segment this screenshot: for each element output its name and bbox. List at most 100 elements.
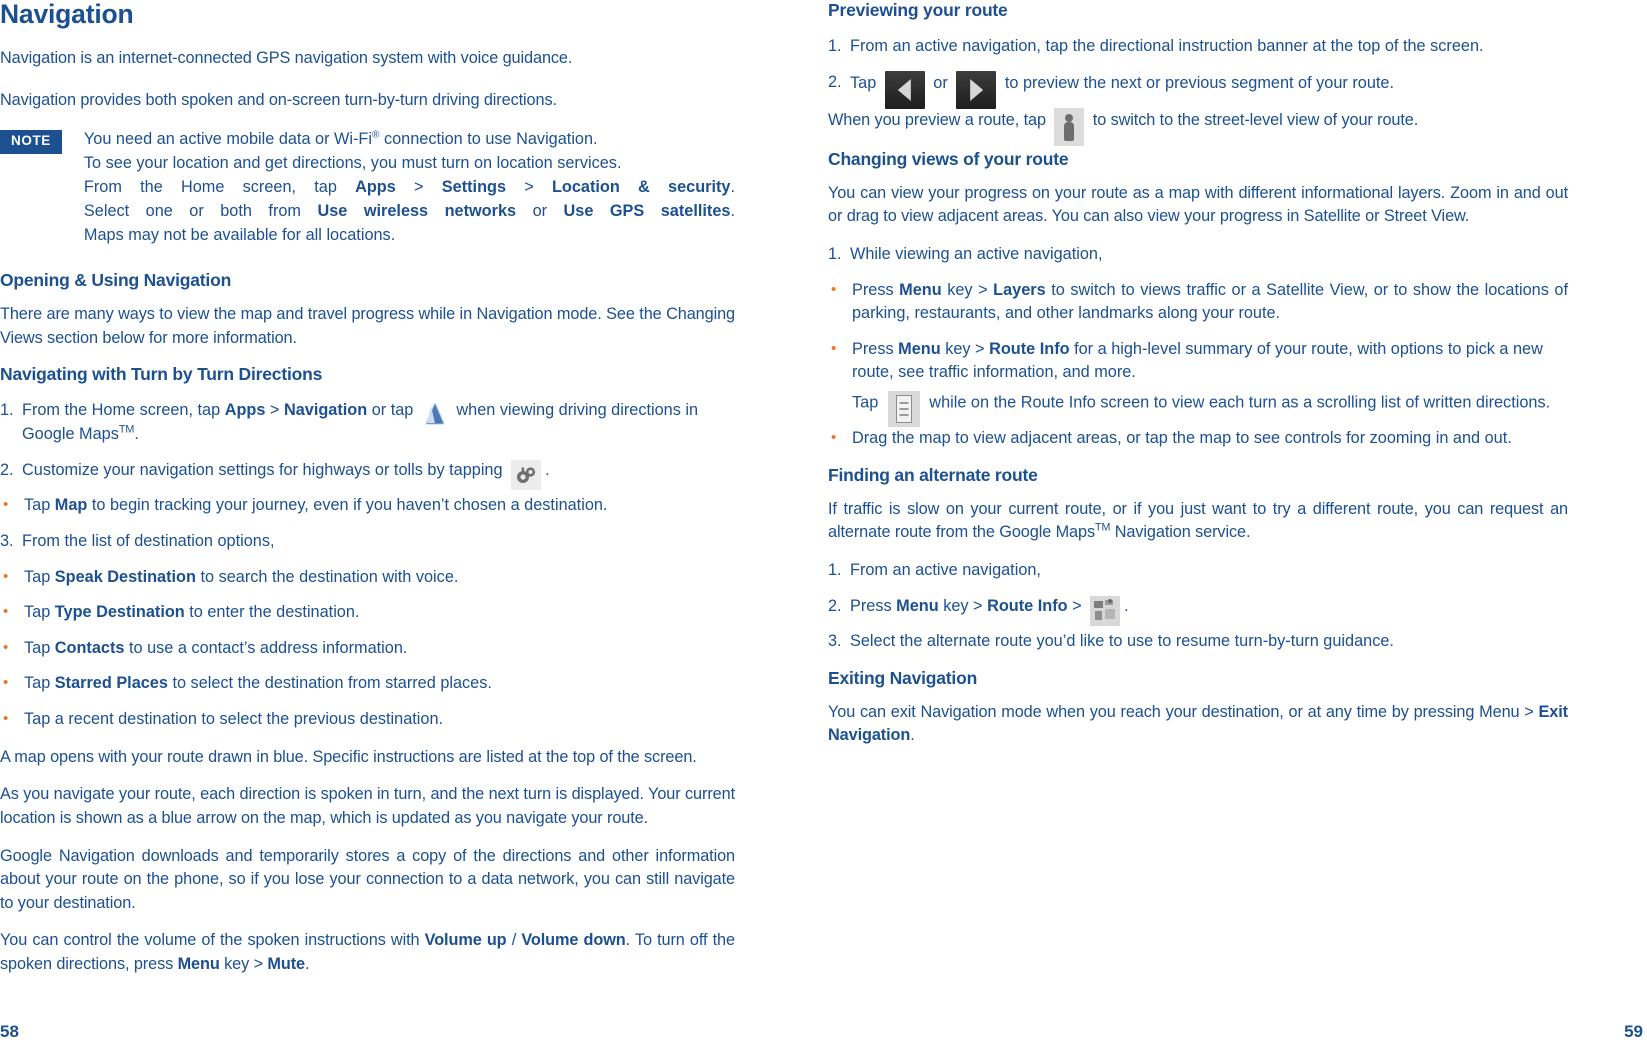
bullet-map: • Tap Map to begin tracking your journey… [0,494,735,518]
alt-step-2-text: Press Menu key > Route Info > . [850,595,1568,626]
wd-a: Tap [852,393,883,412]
alt-step-1-text: From an active navigation, [850,560,1041,579]
bullet-recent-text: Tap a recent destination to select the p… [24,710,444,729]
apps-label: Apps [224,401,266,420]
page-number-left: 58 [0,1022,19,1041]
intro-paragraph-1: Navigation is an internet-connected GPS … [0,49,573,68]
ri-a: Press [852,339,899,358]
b3a: Tap [24,674,55,693]
route-info-label: Route Info [989,339,1070,358]
vol-a: You can control the volume of the spoken… [0,931,425,950]
bullet-map-b: to begin tracking your journey, even if … [87,496,608,515]
note-block: NOTE You need an active mobile data or W… [0,128,735,248]
alt-step-1: 1. From an active navigation, [828,559,1568,583]
bullet-type-destination: • Tap Type Destination to enter the dest… [0,601,735,625]
note-line-1-a: You need an active mobile data or Wi-Fi [83,130,372,149]
wd-b: while on the Route Info screen to view e… [924,393,1551,412]
menu-label: Menu [899,280,942,299]
step-3-text: From the list of destination options, [22,531,275,550]
bullet-dot: • [3,567,9,585]
as2a: Press [850,596,897,615]
note-badge: NOTE [0,130,62,155]
note-line-3-a: From the Home screen, tap [83,178,356,197]
p2b: or [928,73,953,92]
step-1: 1. From the Home screen, tap Apps > Navi… [0,399,735,446]
arrow-right-button-icon [956,70,997,109]
para-street-view: When you preview a route, tap to switch … [828,107,1568,146]
sub-tap-written-directions: Tap while on the Route Info screen to vi… [828,391,1568,427]
settings-gear-icon [511,459,542,490]
bullet-type-text: Tap Type Destination to enter the destin… [24,601,735,625]
preview-step-1-marker: 1. [828,37,842,55]
step-2-a: Customize your navigation settings for h… [22,460,508,479]
bullet-dot: • [831,429,837,446]
starred-places-label: Starred Places [54,674,168,693]
note-line-5: Maps may not be available for all locati… [83,226,396,245]
vol-e: . [305,955,310,974]
alt-step-1-marker: 1. [828,560,842,579]
bullet-drag-map: • Drag the map to view adjacent areas, o… [828,427,1568,451]
b2b: to use a contact’s address information. [124,638,408,657]
note-line-3: From the Home screen, tap Apps > Setting… [84,176,735,200]
note-line-2: To see your location and get directions,… [83,154,622,173]
para-alternate-route: If traffic is slow on your current route… [828,498,1568,545]
heading-changing-views: Changing views of your route [828,148,1069,169]
vol-b: / [506,931,522,950]
alt-step-3: 3. Select the alternate route you’d like… [828,630,1568,654]
bullet-dot: • [3,674,9,692]
note-line-4-a: Select one or both from [83,202,318,221]
alt-step-2: 2. Press Menu key > Route Info > . [828,595,1568,626]
bullet-dot: • [3,496,9,514]
views-step-1-text: While viewing an active navigation, [850,244,1103,263]
preview-step-1-text: From an active navigation, tap the direc… [850,37,1484,55]
page-right: Previewing your route 1. From an active … [812,0,1647,1048]
sv-a: When you preview a route, tap [828,110,1051,129]
use-wireless-networks-label: Use wireless networks [317,202,517,221]
bullet-contacts-text: Tap Contacts to use a contact’s address … [24,637,735,661]
b1b: to enter the destination. [184,603,360,622]
route-info-label: Route Info [987,596,1068,615]
bullet-dot: • [3,638,9,656]
step-1-a: From the Home screen, tap [22,401,225,420]
bullet-speak-text: Tap Speak Destination to search the dest… [24,566,735,590]
para-downloads: Google Navigation downloads and temporar… [0,846,735,912]
navigation-label: Navigation [283,401,368,420]
step-2-text: Customize your navigation settings for h… [22,459,735,490]
menu-label: Menu [896,596,939,615]
apps-label: Apps [355,178,396,197]
step-2-marker: 2. [0,460,14,479]
preview-step-2: 2. Tap or to preview the next or previou… [828,70,1568,109]
alt-step-3-text: Select the alternate route you’d like to… [850,632,1394,651]
heading-previewing-your-route: Previewing your route [828,0,1008,20]
step-2: 2. Customize your navigation settings fo… [0,459,735,490]
note-body: You need an active mobile data or Wi-Fi®… [84,128,735,248]
preview-step-1: 1. From an active navigation, tap the di… [828,35,1568,59]
page-number-right: 59 [1624,1022,1643,1041]
views-step-1-marker: 1. [828,244,842,263]
opening-paragraph: There are many ways to view the map and … [0,305,735,347]
page-title: Navigation [0,0,134,29]
arrow-left-button-icon [884,70,925,109]
alt-b: Navigation service. [1110,523,1251,542]
as2c: > [1067,596,1087,615]
layers-label: Layers [993,280,1046,299]
sep-2: > [506,178,552,197]
p2c: to preview the next or previous segment … [1000,73,1394,92]
trademark-mark: TM [1095,521,1111,534]
alternate-route-icon [1090,595,1121,626]
bullet-layers-text: Press Menu key > Layers to switch to vie… [852,279,1568,326]
written-directions-list-icon [887,391,920,427]
alt-step-3-marker: 3. [828,632,842,651]
period-1: . [730,178,736,197]
use-gps-satellites-label: Use GPS satellites [563,202,731,221]
ex-a: You can exit Navigation mode when you re… [828,702,1539,721]
heading-opening-using-navigation: Opening & Using Navigation [0,270,232,291]
para-map-opens: A map opens with your route drawn in blu… [0,747,697,766]
ex-b: . [910,726,915,745]
step-1-e: . [134,425,139,444]
lay-b: key > [941,280,994,299]
left-column: Navigation Navigation is an internet-con… [0,0,735,977]
speak-destination-label: Speak Destination [54,567,196,586]
para-navigate: As you navigate your route, each directi… [0,785,735,827]
para-volume: You can control the volume of the spoken… [0,929,735,976]
